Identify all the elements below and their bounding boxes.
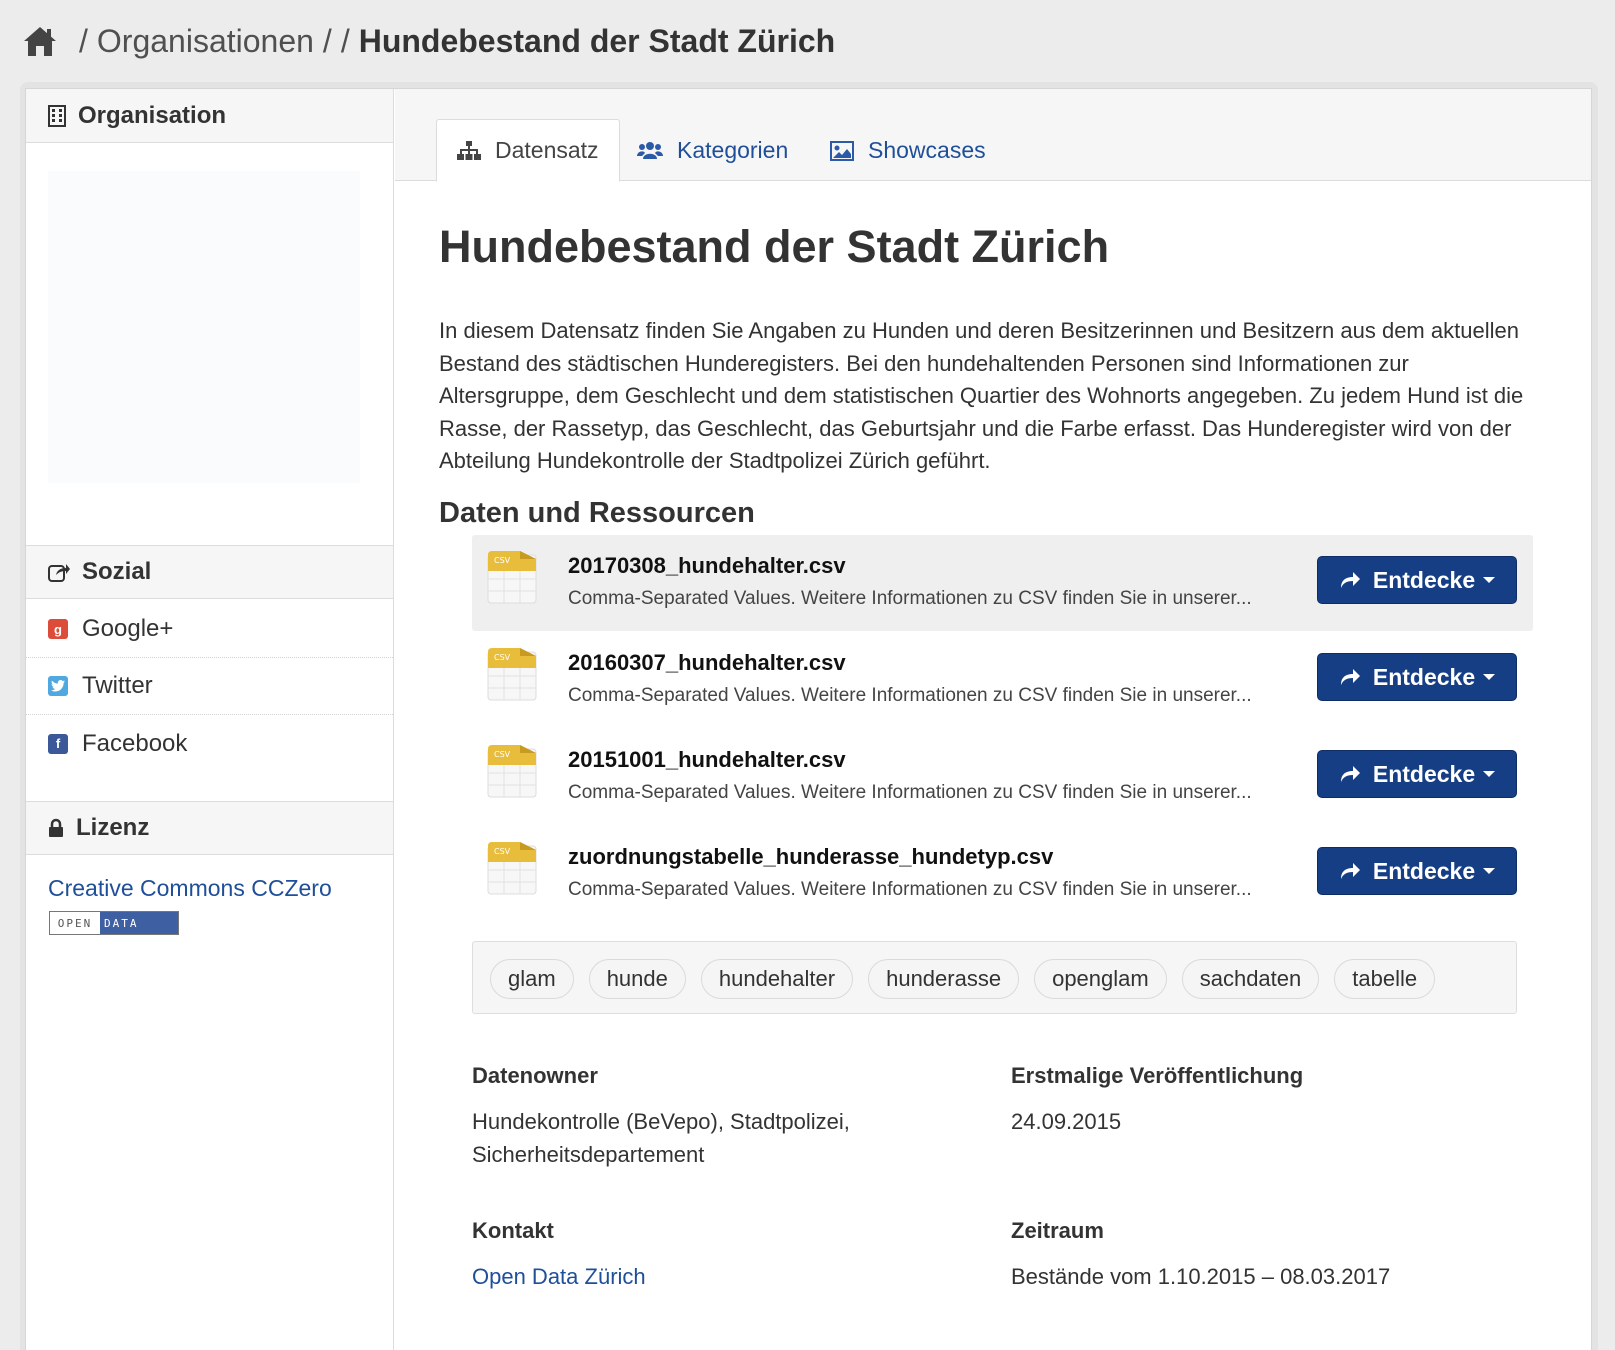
- social-item-facebook[interactable]: f Facebook: [26, 715, 393, 772]
- tag-hundehalter[interactable]: hundehalter: [700, 959, 854, 999]
- entdecke-button[interactable]: Entdecke: [1317, 847, 1517, 895]
- resource-item[interactable]: CSV zuordnungstabelle_hunderasse_hundety…: [472, 826, 1533, 922]
- datenowner-value: Hundekontrolle (BeVepo), Stadtpolizei, S…: [472, 1109, 850, 1167]
- social-item-label: Facebook: [82, 729, 188, 757]
- svg-text:CSV: CSV: [494, 653, 511, 662]
- caret-down-icon: [1483, 577, 1496, 583]
- breadcrumb-current[interactable]: Hundebestand der Stadt Zürich: [359, 23, 835, 60]
- tab-label: Showcases: [868, 137, 986, 163]
- breadcrumb-organisations[interactable]: Organisationen: [97, 23, 314, 60]
- resources-heading: Daten und Ressourcen: [439, 497, 755, 529]
- breadcrumb: / Organisationen / / Hundebestand der St…: [22, 14, 835, 68]
- resource-description: Comma-Separated Values. Weitere Informat…: [568, 588, 1252, 609]
- kontakt-link[interactable]: Open Data Zürich: [472, 1261, 646, 1294]
- home-icon[interactable]: [22, 24, 58, 58]
- lizenz-heading: Lizenz: [26, 801, 393, 855]
- datenowner-label: Datenowner: [472, 1063, 598, 1088]
- tab-label: Datensatz: [495, 137, 599, 163]
- resource-item[interactable]: CSV 20151001_hundehalter.csv Comma-Separ…: [472, 729, 1533, 825]
- breadcrumb-separator: /: [322, 22, 332, 59]
- breadcrumb-separator: /: [340, 22, 350, 59]
- social-item-label: Google+: [82, 615, 174, 642]
- resource-description: Comma-Separated Values. Weitere Informat…: [568, 782, 1252, 803]
- zeitraum-value: Bestände vom 1.10.2015 – 08.03.2017: [1011, 1264, 1391, 1289]
- caret-down-icon: [1483, 771, 1496, 777]
- organisation-image[interactable]: [48, 171, 360, 483]
- tab-kategorien[interactable]: Kategorien: [637, 119, 788, 182]
- share-arrow-icon: [1340, 766, 1360, 782]
- dataset-description: In diesem Datensatz finden Sie Angaben z…: [439, 318, 1524, 474]
- picture-icon: [830, 140, 854, 161]
- tag-openglam[interactable]: openglam: [1034, 959, 1167, 999]
- resource-name[interactable]: 20151001_hundehalter.csv: [568, 747, 846, 773]
- lock-icon: [49, 818, 63, 837]
- share-arrow-icon: [1340, 572, 1360, 588]
- csv-file-icon: CSV: [487, 551, 537, 604]
- entdecke-button[interactable]: Entdecke: [1317, 750, 1517, 798]
- resource-name[interactable]: zuordnungstabelle_hunderasse_hundetyp.cs…: [568, 844, 1053, 870]
- sitemap-icon: [457, 140, 481, 160]
- svg-text:CSV: CSV: [494, 750, 511, 759]
- sozial-heading: Sozial: [26, 545, 393, 599]
- share-icon: [48, 564, 70, 582]
- csv-file-icon: CSV: [487, 648, 537, 701]
- lizenz-heading-label: Lizenz: [76, 814, 150, 841]
- license-link[interactable]: Creative Commons CCZero: [48, 875, 332, 902]
- main-content: Datensatz Kategorien Showcases Hundebest…: [395, 89, 1591, 1350]
- resource-item[interactable]: CSV 20170308_hundehalter.csv Comma-Separ…: [472, 535, 1533, 631]
- dataset-title: Hundebestand der Stadt Zürich: [439, 221, 1110, 272]
- tag-hunde[interactable]: hunde: [588, 959, 686, 999]
- entdecke-button[interactable]: Entdecke: [1317, 653, 1517, 701]
- resource-description: Comma-Separated Values. Weitere Informat…: [568, 879, 1252, 900]
- resource-item[interactable]: CSV 20160307_hundehalter.csv Comma-Separ…: [472, 632, 1533, 728]
- svg-text:CSV: CSV: [494, 556, 511, 565]
- tab-showcases[interactable]: Showcases: [830, 119, 986, 182]
- organisation-heading: Organisation: [26, 89, 393, 143]
- users-icon: [637, 141, 663, 159]
- organisation-heading-label: Organisation: [78, 101, 227, 129]
- content-container: Organisation Sozial g Google+ Twitter f …: [25, 88, 1592, 1350]
- csv-file-icon: CSV: [487, 745, 537, 798]
- csv-file-icon: CSV: [487, 842, 537, 895]
- open-data-badge[interactable]: OPEN DATA: [49, 911, 179, 935]
- tab-datensatz[interactable]: Datensatz: [436, 119, 620, 182]
- caret-down-icon: [1483, 868, 1496, 874]
- open-data-badge-right: DATA: [100, 912, 178, 934]
- tag-glam[interactable]: glam: [490, 959, 574, 999]
- zeitraum-label: Zeitraum: [1011, 1218, 1104, 1243]
- share-arrow-icon: [1340, 669, 1360, 685]
- social-item-google-plus[interactable]: g Google+: [26, 601, 393, 658]
- breadcrumb-separator: /: [79, 22, 88, 59]
- erstmalige-value: 24.09.2015: [1011, 1109, 1122, 1134]
- sidebar: Organisation Sozial g Google+ Twitter f …: [26, 89, 394, 1350]
- entdecke-button-label: Entdecke: [1372, 663, 1476, 690]
- tabs-bar: Datensatz Kategorien Showcases: [395, 89, 1591, 182]
- tag-list: glam hunde hundehalter hunderasse opengl…: [472, 941, 1517, 1014]
- social-item-label: Twitter: [82, 672, 153, 699]
- tag-sachdaten[interactable]: sachdaten: [1181, 959, 1320, 999]
- sozial-heading-label: Sozial: [82, 558, 152, 585]
- kontakt-label: Kontakt: [472, 1218, 554, 1243]
- twitter-icon: [48, 676, 68, 696]
- entdecke-button-label: Entdecke: [1372, 857, 1476, 884]
- svg-text:CSV: CSV: [494, 847, 511, 856]
- resource-name[interactable]: 20170308_hundehalter.csv: [568, 553, 846, 579]
- resource-name[interactable]: 20160307_hundehalter.csv: [568, 650, 846, 676]
- google-plus-icon: g: [48, 619, 68, 639]
- social-item-twitter[interactable]: Twitter: [26, 658, 393, 715]
- tag-hunderasse[interactable]: hunderasse: [868, 959, 1020, 999]
- entdecke-button-label: Entdecke: [1372, 566, 1476, 593]
- resource-description: Comma-Separated Values. Weitere Informat…: [568, 685, 1252, 706]
- building-icon: [48, 104, 66, 127]
- facebook-icon: f: [48, 733, 68, 754]
- share-arrow-icon: [1340, 863, 1360, 879]
- tab-label: Kategorien: [677, 137, 789, 163]
- entdecke-button-label: Entdecke: [1372, 760, 1476, 787]
- erstmalige-label: Erstmalige Veröffentlichung: [1011, 1063, 1304, 1088]
- tag-tabelle[interactable]: tabelle: [1334, 959, 1436, 999]
- open-data-badge-left: OPEN: [50, 912, 100, 934]
- social-list: g Google+ Twitter f Facebook: [26, 601, 393, 772]
- caret-down-icon: [1483, 674, 1496, 680]
- entdecke-button[interactable]: Entdecke: [1317, 556, 1517, 604]
